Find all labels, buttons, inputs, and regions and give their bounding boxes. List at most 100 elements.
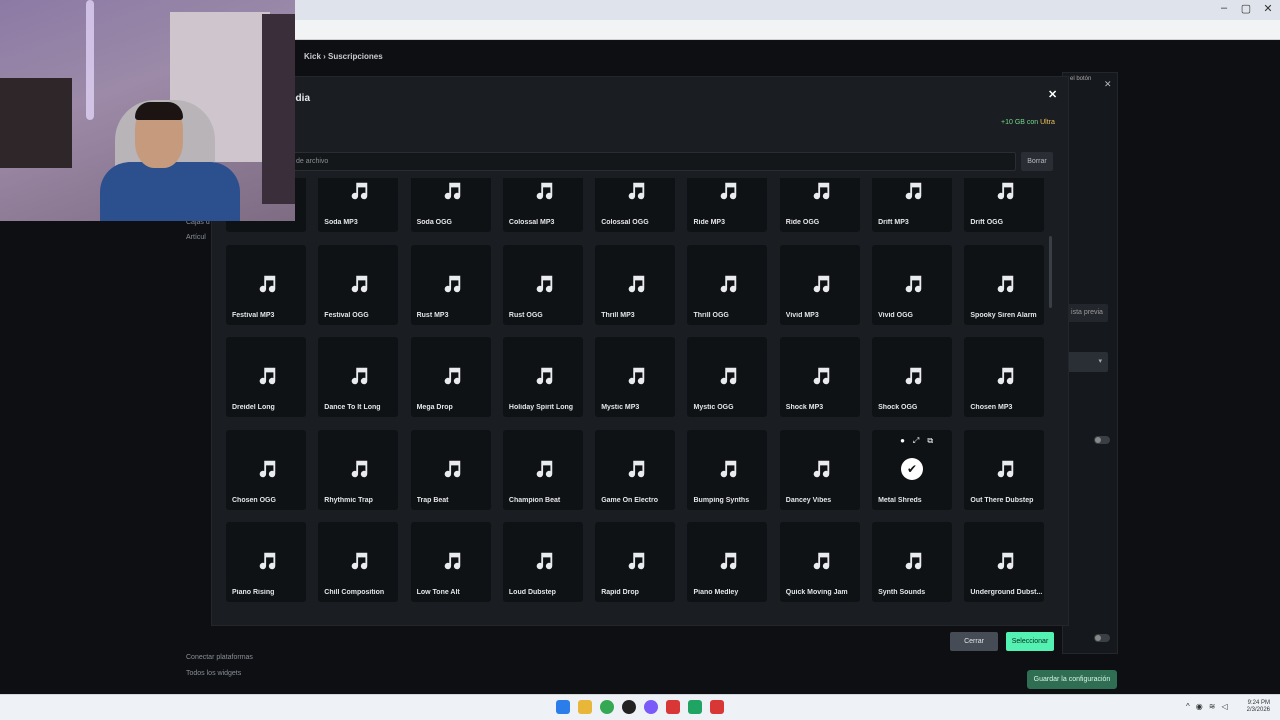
media-tile[interactable]: Game On Electro [595,429,676,510]
media-tile[interactable]: Bumping Synths [687,429,768,510]
panel-dropdown[interactable]: ▾ [1066,352,1108,372]
close-window-icon[interactable]: ✕ [1256,2,1280,15]
media-tile[interactable]: Vivid OGG [872,244,953,325]
media-tile[interactable]: Chosen OGG [226,429,306,510]
file-search-input[interactable]: de archivo [289,152,1016,171]
music-note-icon [533,273,555,295]
media-tile[interactable]: Dancey Vibes [779,429,860,510]
media-tile[interactable]: Colossal OGG [595,178,676,232]
media-tile[interactable]: Thrill OGG [687,244,768,325]
media-tile[interactable]: Spooky Siren Alarm [964,244,1045,325]
media-tile[interactable]: Rust OGG [502,244,583,325]
collapse-icon[interactable]: ⧉ [927,436,933,446]
clear-button[interactable]: Borrar [1021,152,1053,171]
minimize-icon[interactable]: – [1212,2,1236,14]
media-tile-label: Ride MP3 [693,219,725,226]
wifi-icon[interactable]: ≋ [1209,702,1216,711]
media-tile[interactable]: Festival OGG [318,244,399,325]
close-icon[interactable]: ✕ [1048,88,1057,101]
taskbar: ^ ◉ ≋ ◁ 9:24 PM 2/3/2026 [0,694,1280,720]
location-icon[interactable]: ◉ [1196,702,1203,711]
media-grid-viewport[interactable]: Soda MP3 Soda OGG Colossal MP3 Colossal OGG… [226,178,1046,608]
media-tile[interactable]: Rhythmic Trap [318,429,399,510]
media-tile[interactable]: Vivid MP3 [779,244,860,325]
app-icon-green[interactable] [688,700,702,714]
media-tile[interactable]: Champion Beat [502,429,583,510]
media-tile-label: Bumping Synths [693,496,750,504]
breadcrumb[interactable]: Kick › Suscripciones [304,52,383,61]
media-tile[interactable]: Chill Composition [318,522,399,602]
media-tile-label: Underground Dubst... [970,589,1043,596]
media-tile[interactable]: Underground Dubst... [964,522,1045,602]
chevron-up-icon[interactable]: ^ [1186,702,1190,711]
ultra-label: Ultra [1040,119,1055,126]
media-tile[interactable]: Rust MP3 [410,244,491,325]
media-tile[interactable]: Ride OGG [779,178,860,232]
media-tile-label: Festival MP3 [232,311,275,319]
select-button[interactable]: Seleccionar [1006,632,1054,651]
maximize-icon[interactable]: ▢ [1234,2,1258,15]
media-tile[interactable]: Dance To It Long [318,337,399,417]
sidebar-item-articulos[interactable]: Artícul [186,234,206,241]
media-tile[interactable]: Mystic MP3 [595,337,676,417]
start-icon[interactable] [556,700,570,714]
media-tile[interactable]: Quick Moving Jam [779,522,860,602]
media-tile[interactable]: Holiday Spirit Long [502,337,583,417]
scrollbar[interactable] [1049,236,1052,308]
media-tile[interactable]: Synth Sounds [872,522,953,602]
media-tile[interactable]: Metal Shreds ✔ ● ⤢ ⧉ [872,429,953,510]
file-explorer-icon[interactable] [578,700,592,714]
panel-note: el botón [1070,76,1092,82]
media-tile[interactable]: Mega Drop [410,337,491,417]
expand-icon[interactable]: ⤢ [913,436,919,446]
media-tile[interactable]: Festival MP3 [226,244,306,325]
media-tile-label: Vivid MP3 [785,311,819,319]
media-tile[interactable]: Drift OGG [964,178,1045,232]
music-note-icon [256,550,278,572]
media-tile[interactable]: Dreidel Long [226,337,306,417]
chrome-icon[interactable] [600,700,614,714]
app-icon-red-2[interactable] [710,700,724,714]
media-tile[interactable]: Out There Dubstep [964,429,1045,510]
sidebar-item-widgets[interactable]: Todos los widgets [186,670,241,677]
sidebar-item-conectar[interactable]: Conectar plataformas [186,654,253,661]
music-note-icon [810,550,832,572]
panel-close-icon[interactable]: ✕ [1104,79,1112,90]
info-icon[interactable]: ● [900,436,905,446]
obs-icon[interactable] [622,700,636,714]
media-tile[interactable]: Loud Dubstep [502,522,583,602]
media-tile[interactable]: Thrill MP3 [595,244,676,325]
storage-note: +10 GB con Ultra [1001,119,1055,126]
media-tile-label: Rhythmic Trap [324,496,373,504]
media-tile[interactable]: Mystic OGG [687,337,768,417]
media-tile-label: Colossal OGG [601,219,649,226]
media-tile[interactable]: Ride MP3 [687,178,768,232]
media-tile[interactable]: Colossal MP3 [502,178,583,232]
media-tile[interactable]: Low Tone Alt [410,522,491,602]
media-tile[interactable]: Drift MP3 [872,178,953,232]
toggle-switch[interactable] [1094,436,1110,444]
media-tile[interactable]: Rapid Drop [595,522,676,602]
media-tile[interactable]: Piano Rising [226,522,306,602]
media-tile-label: Ride OGG [785,219,820,226]
media-tile[interactable]: Chosen MP3 [964,337,1045,417]
preview-button[interactable]: ista previa [1066,304,1108,322]
media-tile[interactable]: Soda MP3 [318,178,399,232]
music-note-icon [994,365,1016,387]
toggle-switch-2[interactable] [1094,634,1110,642]
media-tile[interactable]: Shock OGG [872,337,953,417]
media-tile[interactable]: Soda OGG [410,178,491,232]
chat-app-icon[interactable] [644,700,658,714]
volume-icon[interactable]: ◁ [1221,702,1227,711]
media-tile[interactable]: Shock MP3 [779,337,860,417]
media-tile[interactable]: Piano Medley [687,522,768,602]
cam-door [262,14,295,204]
clock[interactable]: 9:24 PM 2/3/2026 [1247,700,1270,714]
media-tile[interactable]: Trap Beat [410,429,491,510]
cancel-button[interactable]: Cerrar [950,632,998,651]
check-icon: ✔ [901,457,924,480]
app-icon-red[interactable] [666,700,680,714]
media-tile-label: Mega Drop [416,404,453,411]
save-settings-button[interactable]: Guardar la configuración [1027,670,1117,689]
taskbar-apps [556,700,724,714]
